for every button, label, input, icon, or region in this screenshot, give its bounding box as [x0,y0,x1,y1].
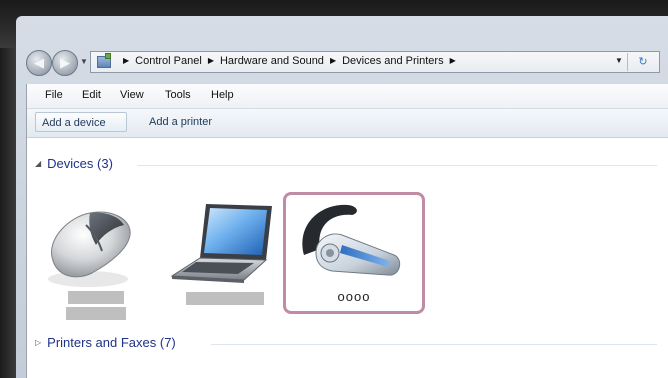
address-bar[interactable]: ▶ Control Panel ▶ Hardware and Sound ▶ Device… [90,51,660,73]
chevron-right-icon[interactable]: ▶ [450,56,456,65]
back-arrow-icon: ◀ [34,55,44,70]
forward-button[interactable]: ▶ [52,50,78,76]
group-divider [211,344,657,345]
chevron-right-icon[interactable]: ▶ [123,56,129,65]
devices-group-label: Devices (3) [47,156,113,171]
group-divider [137,165,657,166]
menu-file[interactable]: File [45,89,63,101]
device-headset-selected[interactable]: oooo [283,192,425,314]
address-dropdown-icon[interactable]: ▼ [615,56,623,65]
chevron-right-icon[interactable]: ▶ [208,56,214,65]
refresh-icon: ↻ [638,56,648,68]
forward-arrow-icon: ▶ [60,55,70,70]
breadcrumb-devices-and-printers[interactable]: Devices and Printers [342,55,444,67]
add-device-button[interactable]: Add a device [35,112,127,132]
chevron-right-icon[interactable]: ▶ [330,56,336,65]
printers-group-label: Printers and Faxes (7) [47,335,176,350]
menu-help[interactable]: Help [211,89,234,101]
expand-triangle-icon[interactable]: ▷ [35,338,41,347]
command-bar: Add a device Add a printer [27,109,668,138]
menu-bar: File Edit View Tools Help [27,84,668,109]
menu-edit[interactable]: Edit [82,89,101,101]
collapse-triangle-icon[interactable]: ◢ [35,159,41,168]
devices-group-header[interactable]: ◢ Devices (3) [35,156,113,171]
device-mouse[interactable] [40,205,140,325]
device-name-redacted [186,292,264,305]
printers-group-header[interactable]: ▷ Printers and Faxes (7) [35,335,176,350]
device-name-redacted [66,307,126,320]
device-laptop[interactable] [168,200,276,310]
menu-tools[interactable]: Tools [165,89,191,101]
menu-view[interactable]: View [120,89,144,101]
breadcrumb-control-panel[interactable]: Control Panel [135,55,202,67]
headset-icon [302,204,401,276]
navigation-bar: ◀ ▶ ▼ ▶ Control Panel ▶ Hardware and Sound ▶… [18,44,668,80]
mouse-icon [48,211,131,287]
add-printer-button[interactable]: Add a printer [143,112,233,132]
breadcrumb: ▶ Control Panel ▶ Hardware and Sound ▶ Device… [117,55,462,67]
headset-device-label: oooo [337,289,371,304]
breadcrumb-hardware-and-sound[interactable]: Hardware and Sound [220,55,324,67]
laptop-icon [170,204,272,283]
back-button[interactable]: ◀ [26,50,52,76]
control-panel-overlay-icon [105,53,111,59]
device-name-redacted [68,291,124,304]
refresh-button[interactable]: ↻ [627,53,658,71]
window-chrome-left [0,48,16,378]
recent-pages-dropdown-icon[interactable]: ▼ [80,58,88,66]
